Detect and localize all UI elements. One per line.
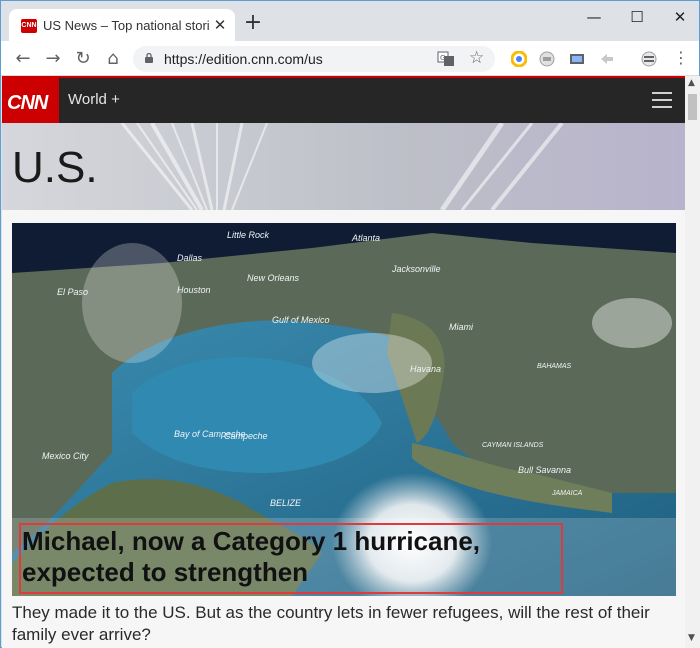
extension-arrow-icon[interactable] — [599, 51, 615, 67]
map-label: Jacksonville — [391, 264, 441, 274]
map-label: New Orleans — [247, 273, 300, 283]
lock-icon[interactable] — [145, 53, 153, 63]
scroll-down-arrow-icon[interactable]: ▼ — [688, 633, 695, 643]
tab-title: US News – Top national stories — [43, 18, 209, 33]
browser-window: CNN US News – Top national stories ✕ + —… — [0, 0, 700, 648]
map-label: BELIZE — [270, 498, 302, 508]
extension-circle-icon[interactable] — [511, 51, 527, 67]
extension-screen-icon[interactable] — [569, 51, 585, 67]
tab-strip: CNN US News – Top national stories ✕ + —… — [1, 1, 699, 42]
section-banner: U.S. — [2, 123, 685, 210]
cnn-favicon-icon: CNN — [21, 19, 37, 33]
banner-background — [120, 123, 564, 210]
map-label: Miami — [449, 322, 474, 332]
nav-world-menu[interactable]: World + — [68, 91, 120, 108]
cnn-logo-text: CNN — [7, 92, 48, 114]
map-label: Havana — [410, 364, 441, 374]
map-label: Little Rock — [227, 230, 270, 240]
map-label: Mexico City — [42, 451, 89, 461]
translate-icon[interactable]: G — [437, 50, 455, 68]
back-button[interactable]: ← — [11, 47, 35, 71]
map-label: Campeche — [224, 431, 268, 441]
extension-gray-icon[interactable] — [539, 51, 555, 67]
map-label: JAMAICA — [551, 490, 583, 497]
map-label: El Paso — [57, 287, 88, 297]
map-label: Gulf of Mexico — [272, 315, 330, 325]
map-label: BAHAMAS — [537, 363, 572, 370]
new-tab-button[interactable]: + — [243, 12, 263, 34]
scrollbar-thumb[interactable] — [688, 94, 697, 120]
browser-tab[interactable]: CNN US News – Top national stories ✕ — [9, 9, 235, 42]
headline-link[interactable]: Michael, now a Category 1 hurricane, exp… — [22, 526, 562, 588]
page-scrollbar[interactable]: ▲ ▼ — [685, 76, 700, 648]
browser-menu-icon[interactable]: ⋮ — [673, 48, 689, 67]
page-viewport: CNN World + U.S. Atlanta Dallas Little R… — [2, 76, 685, 648]
url-text[interactable]: https://edition.cnn.com/us — [164, 51, 323, 67]
scroll-up-arrow-icon[interactable]: ▲ — [688, 78, 695, 88]
bookmark-star-icon[interactable]: ☆ — [469, 48, 484, 68]
hamburger-menu-icon[interactable] — [652, 92, 672, 108]
extension-profile-icon[interactable] — [641, 51, 657, 67]
site-header: CNN World + — [2, 76, 685, 133]
address-bar[interactable]: https://edition.cnn.com/us G ☆ — [133, 46, 495, 72]
map-label: Dallas — [177, 253, 203, 263]
browser-toolbar: ← → ↻ ⌂ https://edition.cnn.com/us G ☆ ⋮ — [1, 41, 699, 76]
story-caption-link[interactable]: They made it to the US. But as the count… — [12, 602, 682, 646]
tab-close-icon[interactable]: ✕ — [211, 16, 229, 34]
maximize-button[interactable]: ☐ — [622, 7, 652, 27]
reload-button[interactable]: ↻ — [71, 47, 95, 71]
svg-text:G: G — [440, 54, 445, 62]
map-label: Bull Savanna — [518, 465, 571, 475]
map-label: CAYMAN ISLANDS — [482, 442, 544, 449]
map-label: Atlanta — [351, 233, 380, 243]
minimize-button[interactable]: — — [579, 7, 609, 27]
forward-button[interactable]: → — [41, 47, 65, 71]
window-close-button[interactable]: ✕ — [665, 7, 695, 27]
home-button[interactable]: ⌂ — [101, 47, 125, 71]
map-label: Houston — [177, 285, 211, 295]
page-title: U.S. — [12, 143, 98, 192]
